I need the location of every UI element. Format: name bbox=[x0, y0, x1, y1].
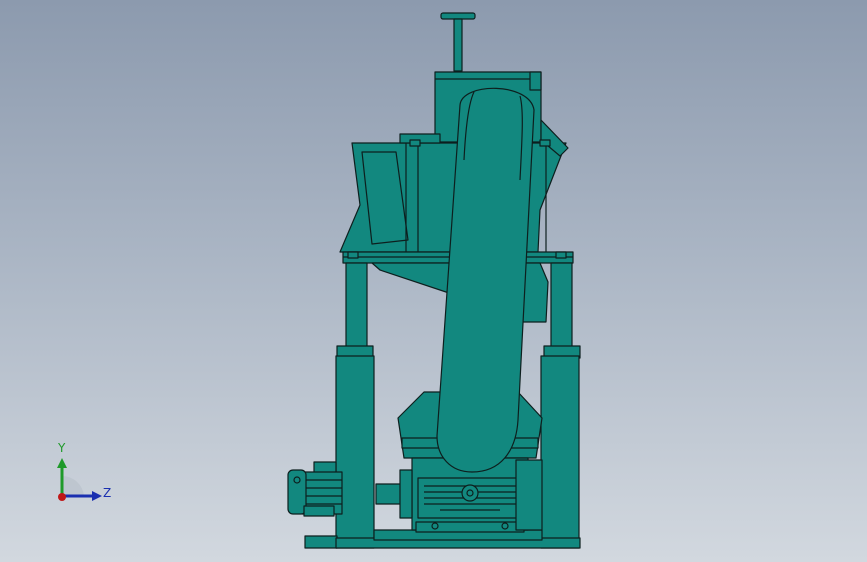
graphics-viewport[interactable]: Y Z bbox=[0, 0, 867, 562]
pulley-disc bbox=[515, 459, 543, 531]
y-axis-label: Y bbox=[58, 441, 66, 455]
x-axis-icon bbox=[58, 493, 66, 501]
electric-motor bbox=[287, 461, 343, 517]
machine-model[interactable] bbox=[0, 0, 867, 562]
coordinate-triad: Y Z bbox=[40, 440, 120, 510]
top-handle bbox=[440, 12, 476, 72]
drive-shaft bbox=[375, 469, 413, 519]
z-axis-label: Z bbox=[103, 486, 112, 500]
